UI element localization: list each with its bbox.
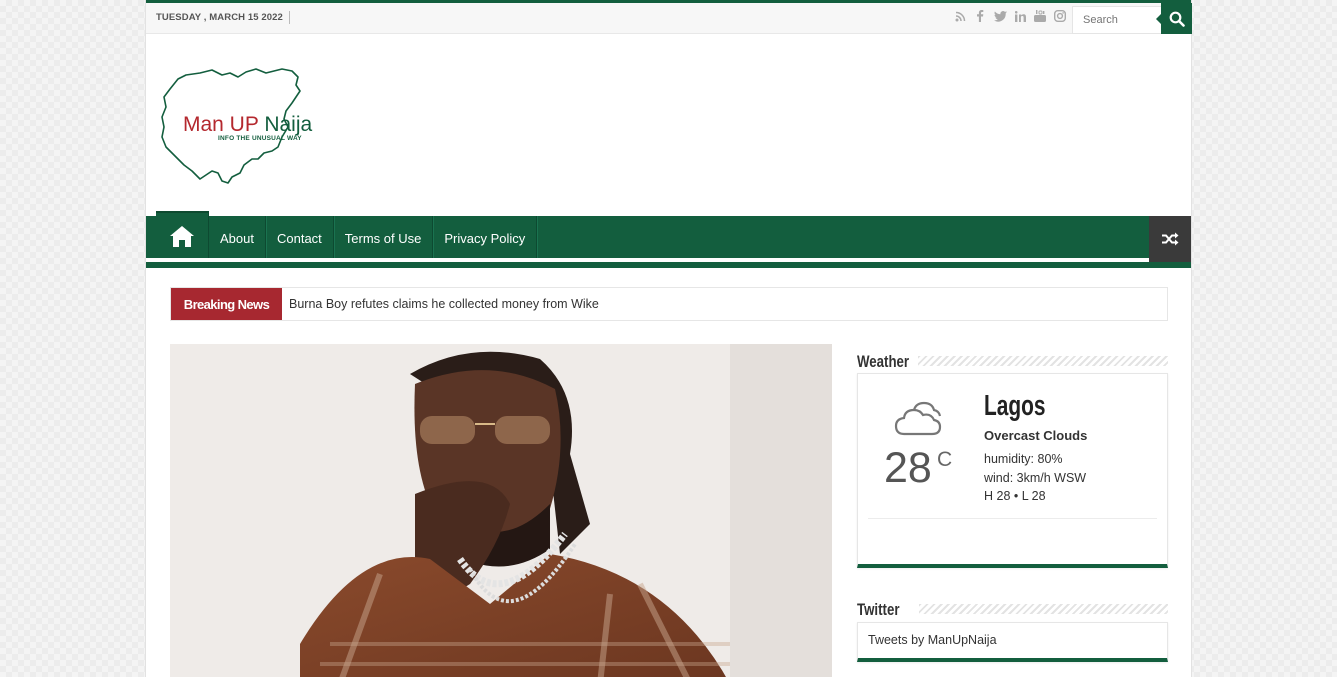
cloud-icon: [894, 400, 942, 442]
weather-widget-title: Weather: [857, 352, 910, 371]
social-icons: [952, 9, 1068, 29]
main-navigation: About Contact Terms of Use Privacy Polic…: [146, 211, 1191, 268]
logo-wordmark: Man UP Naija: [183, 113, 312, 137]
breaking-news-headline[interactable]: Burna Boy refutes claims he collected mo…: [289, 288, 599, 320]
logo-word-red: Man UP: [183, 113, 259, 136]
twitter-icon[interactable]: [992, 9, 1008, 27]
linkedin-icon[interactable]: [1012, 9, 1028, 27]
breaking-news-bar: Breaking News Burna Boy refutes claims h…: [170, 287, 1168, 321]
instagram-icon[interactable]: [1052, 9, 1068, 27]
weather-divider: [868, 518, 1157, 519]
weather-wind: wind: 3km/h WSW: [984, 471, 1087, 485]
featured-article-image[interactable]: [170, 344, 832, 677]
logo-tagline: INFO THE UNUSUAL WAY: [218, 135, 302, 142]
nav-item-about[interactable]: About: [209, 216, 266, 258]
portrait-photo: [170, 344, 832, 677]
weather-humidity: humidity: 80%: [984, 452, 1063, 466]
twitter-widget-title: Twitter: [857, 600, 900, 619]
rss-icon[interactable]: [952, 9, 968, 27]
home-button[interactable]: [156, 211, 208, 258]
weather-unit: C: [937, 448, 953, 471]
weather-description: Overcast Clouds: [984, 428, 1088, 443]
facebook-icon[interactable]: [972, 9, 988, 27]
twitter-title-decoration: [919, 604, 1168, 614]
nav-item-terms[interactable]: Terms of Use: [334, 216, 434, 258]
search-input[interactable]: [1072, 6, 1162, 34]
top-bar: TUESDAY , MARCH 15 2022: [146, 0, 1192, 34]
shuffle-icon: [1162, 232, 1179, 246]
nav-item-privacy[interactable]: Privacy Policy: [433, 216, 538, 258]
random-article-button[interactable]: [1149, 216, 1191, 262]
search-icon: [1169, 11, 1185, 27]
nav-stripe: [146, 258, 1149, 262]
page-wrapper: TUESDAY , MARCH 15 2022 Search Man UP Na…: [145, 0, 1192, 677]
weather-high-low: H 28 • L 28: [984, 489, 1046, 503]
nav-menu: About Contact Terms of Use Privacy Polic…: [209, 216, 538, 258]
weather-title-decoration: [918, 356, 1168, 366]
logo-word-green: Naija: [264, 113, 313, 136]
search-button[interactable]: [1156, 3, 1192, 34]
home-icon: [170, 225, 194, 247]
date-divider: [289, 11, 290, 24]
nav-item-contact[interactable]: Contact: [266, 216, 334, 258]
twitter-timeline-link[interactable]: Tweets by ManUpNaija: [868, 633, 997, 647]
current-date: TUESDAY , MARCH 15 2022: [156, 12, 283, 23]
weather-widget: 28 C Lagos Overcast Clouds humidity: 80%…: [857, 373, 1168, 568]
weather-temperature: 28: [884, 444, 932, 492]
breaking-news-label: Breaking News: [171, 288, 282, 320]
site-logo[interactable]: Man UP Naija INFO THE UNUSUAL WAY: [160, 67, 350, 185]
youtube-icon[interactable]: [1032, 9, 1048, 27]
twitter-widget: Tweets by ManUpNaija: [857, 622, 1168, 662]
weather-city: Lagos: [984, 390, 1046, 422]
